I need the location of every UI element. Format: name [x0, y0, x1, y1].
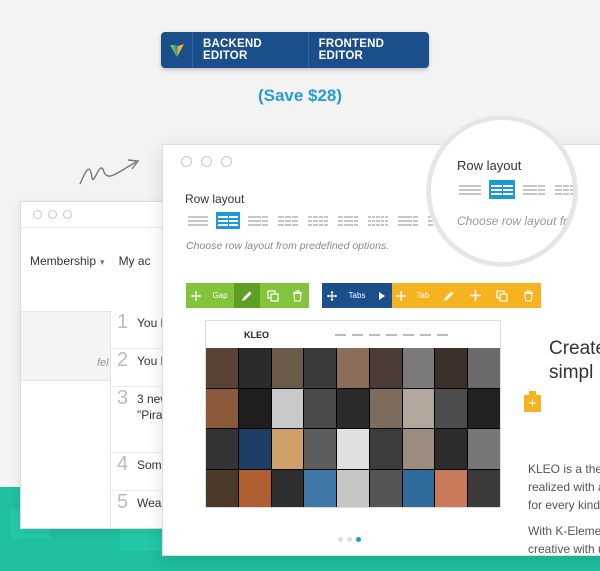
magnified-layout-options: [457, 180, 573, 199]
layout-1-4-2-4-1-4-icon[interactable]: [336, 212, 360, 229]
magnified-row-layout-help: Choose row layout fro: [457, 214, 574, 228]
gap-label: Gap: [212, 291, 228, 300]
caret-right-icon[interactable]: [372, 283, 392, 308]
window-dot-icon: [201, 156, 212, 167]
carousel-indicator: [338, 537, 361, 542]
layout-1-column-icon[interactable]: [457, 180, 483, 199]
editor-switch: BACKEND EDITOR FRONTEND EDITOR: [161, 32, 429, 68]
tab-toolbar: Tab: [392, 283, 541, 308]
layout-4-columns-icon[interactable]: [306, 212, 330, 229]
trash-icon[interactable]: [515, 283, 541, 308]
move-arrows-icon[interactable]: [186, 283, 206, 308]
layout-custom-a-icon[interactable]: [396, 212, 420, 229]
layout-2-columns-icon[interactable]: [489, 180, 515, 199]
row-layout-options: [186, 212, 450, 229]
clone-icon[interactable]: [489, 283, 515, 308]
layout-3-columns-icon[interactable]: [553, 180, 573, 199]
layout-1-column-icon[interactable]: [186, 212, 210, 229]
site-nav: Membership ▾ My ac: [30, 254, 151, 268]
window-titlebar: [181, 156, 232, 167]
window-dot-icon: [48, 210, 57, 219]
scribble-arrow-icon: [79, 159, 140, 185]
row-layout-help: Choose row layout from predefined option…: [186, 240, 390, 252]
tab-label: Tab: [416, 291, 430, 300]
magnified-row-layout-title: Row layout: [457, 158, 522, 173]
carousel-dot[interactable]: [338, 537, 343, 542]
tabs-toolbar: Tabs: [322, 283, 392, 308]
backend-editor-button[interactable]: BACKEND EDITOR: [193, 32, 309, 68]
window-dot-icon: [221, 156, 232, 167]
preview-brand-logo: KLEO: [244, 329, 270, 340]
nav-item-membership[interactable]: Membership: [30, 254, 96, 268]
chevron-down-icon: ▾: [100, 257, 105, 267]
photo-grid: [206, 348, 500, 507]
move-arrows-icon[interactable]: [392, 283, 410, 308]
row-layout-title: Row layout: [185, 192, 245, 206]
move-arrows-icon[interactable]: [322, 283, 342, 308]
window-dot-icon: [63, 210, 72, 219]
pencil-icon[interactable]: [436, 283, 462, 308]
vc-logo-icon: [161, 32, 194, 68]
add-element-button[interactable]: +: [524, 391, 541, 412]
plus-icon: +: [528, 395, 537, 412]
faded-text: fel: [97, 357, 109, 369]
layout-2-3-1-3-icon[interactable]: [246, 212, 270, 229]
carousel-dot-active[interactable]: [356, 537, 361, 542]
trash-icon[interactable]: [285, 283, 309, 308]
window-dot-icon: [33, 210, 42, 219]
content-heading: Create simpl: [549, 338, 600, 383]
window-dot-icon: [181, 156, 192, 167]
frontend-editor-button[interactable]: FRONTEND EDITOR: [309, 32, 429, 68]
layout-6-columns-icon[interactable]: [366, 212, 390, 229]
carousel-dot[interactable]: [347, 537, 352, 542]
layout-2-3-1-3-icon[interactable]: [521, 180, 547, 199]
plus-icon[interactable]: [462, 283, 489, 308]
content-description-2: With K-Elemer creative with u: [528, 524, 600, 556]
clone-icon[interactable]: [260, 283, 285, 308]
nav-item-my-account[interactable]: My ac: [119, 254, 151, 268]
content-description: KLEO is a then realized with a for every…: [528, 462, 600, 512]
pencil-icon[interactable]: [234, 283, 260, 308]
layout-3-columns-icon[interactable]: [276, 212, 300, 229]
magnifier-zoom: Row layout Choose row layout fro: [427, 116, 577, 266]
save-promo-text: (Save $28): [257, 86, 343, 105]
website-preview-image: KLEO: [205, 320, 501, 508]
preview-header: KLEO: [206, 321, 500, 348]
tabs-label: Tabs: [348, 291, 366, 300]
gap-toolbar: Gap: [186, 283, 309, 308]
layout-2-columns-icon[interactable]: [216, 212, 240, 229]
